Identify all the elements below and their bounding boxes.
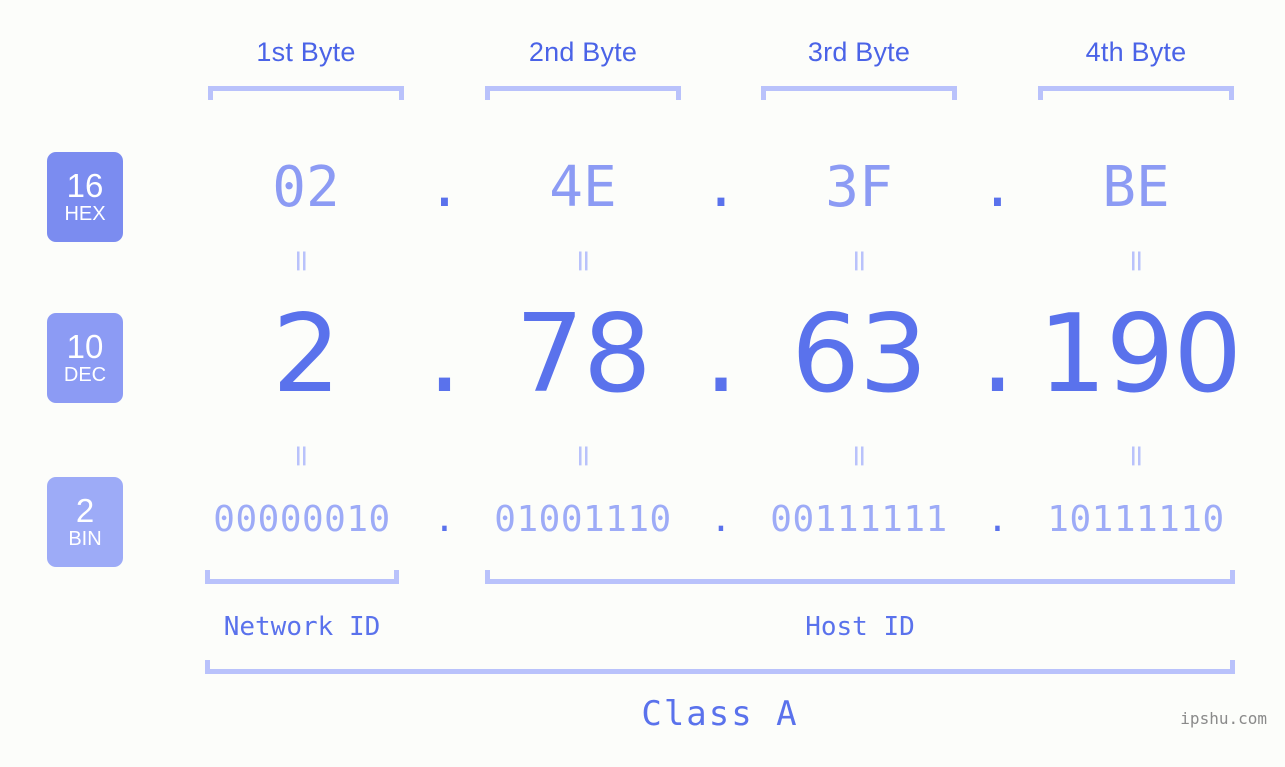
byte-bracket-2 [485, 86, 681, 100]
hex-octet-1: 02 [272, 155, 340, 220]
bin-separator-2: . [710, 499, 732, 540]
equals-mark-dec-bin-3: = [842, 443, 877, 469]
host-id-bracket [485, 570, 1235, 584]
equals-mark-dec-bin-2: = [566, 443, 601, 469]
bin-separator-3: . [986, 499, 1009, 540]
byte-bracket-4 [1038, 86, 1234, 100]
bin-octet-4: 10111110 [1047, 499, 1225, 540]
radix-badge-dec: 10 DEC [47, 313, 123, 403]
dec-octet-4: 190 [1038, 292, 1242, 417]
ip-address-breakdown-diagram: 1st Byte 2nd Byte 3rd Byte 4th Byte 16 H… [0, 0, 1285, 767]
radix-badge-bin-number: 2 [75, 492, 95, 529]
class-bracket [205, 660, 1235, 674]
host-id-label: Host ID [805, 612, 915, 642]
byte-bracket-3 [761, 86, 957, 100]
hex-separator-2: . [704, 155, 738, 220]
radix-badge-hex: 16 HEX [47, 152, 123, 242]
equals-mark-dec-bin-1: = [284, 443, 319, 469]
bin-separator-1: . [433, 499, 456, 540]
hex-separator-1: . [427, 155, 462, 220]
byte-header-label-1: 1st Byte [256, 37, 356, 67]
byte-header-label-4: 4th Byte [1085, 37, 1187, 67]
radix-badge-dec-number: 10 [66, 328, 104, 365]
hex-octet-4: BE [1102, 155, 1170, 220]
dec-octet-1: 2 [272, 292, 341, 417]
class-label: Class A [641, 694, 799, 734]
network-id-label: Network ID [223, 612, 381, 642]
equals-mark-hex-dec-3: = [842, 248, 877, 274]
bin-octet-2: 01001110 [494, 499, 672, 540]
dec-octet-2: 78 [515, 292, 651, 417]
radix-badge-bin-name: BIN [68, 528, 102, 550]
radix-badge-bin: 2 BIN [47, 477, 123, 567]
network-id-bracket [205, 570, 399, 584]
byte-bracket-1 [208, 86, 404, 100]
dec-separator-3: . [980, 292, 1015, 417]
byte-header-label-3: 3rd Byte [807, 37, 911, 67]
dec-separator-2: . [703, 292, 739, 417]
watermark-ipshu: ipshu.com [1180, 709, 1267, 728]
dec-octet-3: 63 [791, 292, 927, 417]
hex-separator-3: . [980, 155, 1015, 220]
bin-octet-1: 00000010 [213, 499, 391, 540]
bin-octet-3: 00111111 [770, 499, 948, 540]
radix-badge-hex-number: 16 [66, 167, 104, 204]
equals-mark-hex-dec-2: = [566, 248, 601, 274]
radix-badge-dec-name: DEC [63, 364, 107, 386]
byte-header-label-2: 2nd Byte [528, 37, 638, 67]
hex-octet-2: 4E [549, 155, 617, 220]
radix-badge-hex-name: HEX [64, 203, 106, 225]
equals-mark-dec-bin-4: = [1119, 443, 1154, 469]
equals-mark-hex-dec-4: = [1119, 248, 1154, 274]
dec-separator-1: . [427, 292, 462, 417]
equals-mark-hex-dec-1: = [284, 248, 319, 274]
hex-octet-3: 3F [825, 155, 893, 220]
